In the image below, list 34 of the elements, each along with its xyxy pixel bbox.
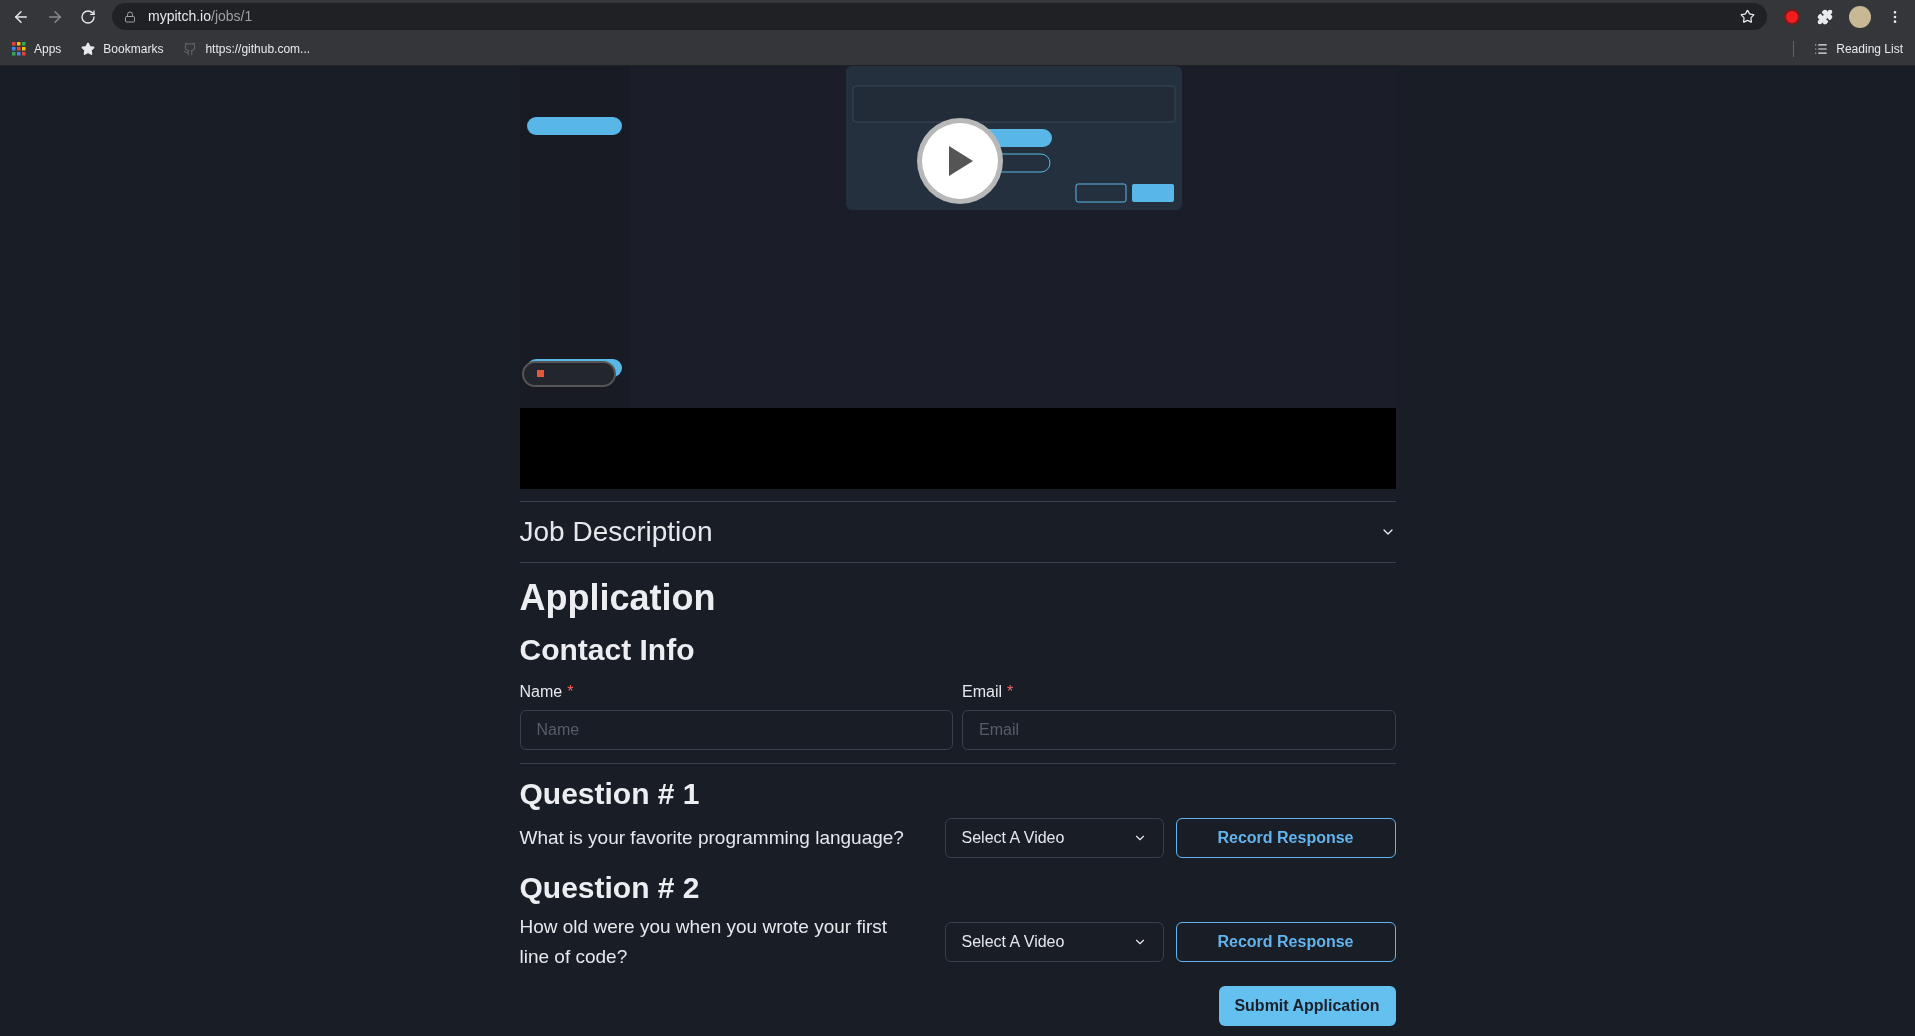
question-heading: Question # 2	[519, 870, 701, 906]
question-text: How old were you when you wrote your first line of code?	[519, 915, 888, 969]
profile-avatar[interactable]	[1849, 5, 1871, 28]
field-label: Name	[519, 682, 563, 702]
video-select[interactable]: Select A Video	[944, 922, 1164, 962]
bookmark-link[interactable]: Bookmarks	[103, 40, 164, 58]
reload-icon[interactable]	[80, 8, 96, 25]
accordion-header[interactable]: Job Description	[519, 501, 1396, 563]
section-heading: Application	[519, 576, 717, 620]
url-text: mypitch.io/jobs/1	[148, 7, 254, 26]
text-input[interactable]: Email	[962, 710, 1396, 750]
required-mark: *	[567, 682, 574, 702]
record-response-button[interactable]: Record Response	[1175, 818, 1396, 858]
reading-list-link[interactable]: Reading List	[1836, 40, 1903, 58]
bookmark-link[interactable]: Apps	[34, 40, 62, 58]
bookmark-star-icon[interactable]	[1740, 9, 1755, 24]
submit-button[interactable]: Submit Application	[1218, 986, 1396, 1026]
video-select[interactable]: Select A Video	[944, 818, 1164, 858]
bookmark-link[interactable]: https://github.com...	[205, 40, 311, 58]
section-subheading: Contact Info	[519, 632, 696, 668]
star-icon	[81, 42, 96, 56]
reading-list-icon[interactable]	[1814, 42, 1829, 56]
record-response-button[interactable]: Record Response	[1175, 922, 1396, 962]
field-label: Email	[962, 682, 1002, 702]
required-mark: *	[1007, 682, 1014, 702]
github-icon	[183, 42, 198, 56]
extensions-icon[interactable]	[1817, 8, 1833, 25]
question-heading: Question # 1	[519, 776, 701, 812]
address-bar[interactable]: mypitch.io/jobs/1	[112, 3, 1767, 30]
lock-icon	[124, 10, 136, 23]
apps-grid-icon	[12, 42, 26, 56]
record-icon[interactable]	[1783, 7, 1801, 26]
text-input[interactable]: Name	[519, 710, 953, 750]
question-text: What is your favorite programming language?	[519, 826, 905, 850]
